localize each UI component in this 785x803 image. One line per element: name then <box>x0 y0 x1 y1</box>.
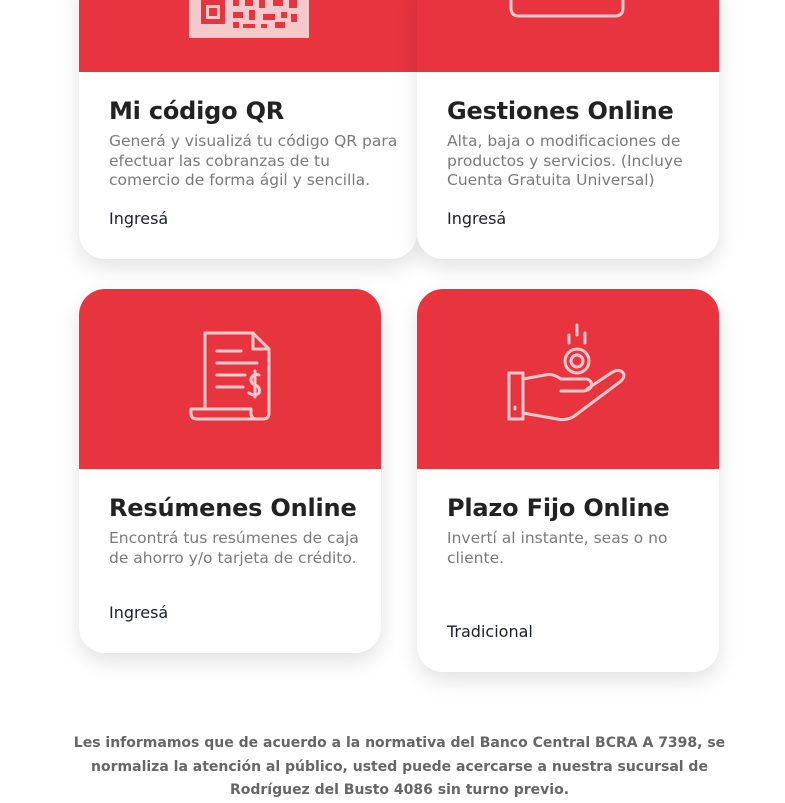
card-gestiones: Gestiones Online Alta, baja o modificaci… <box>417 0 719 259</box>
card-resumenes-link[interactable]: Ingresá <box>109 603 168 622</box>
card-title: Resúmenes Online <box>109 494 357 522</box>
card-description: Generá y visualizá tu código QR para efe… <box>109 132 398 189</box>
hand-coin-icon <box>505 321 629 425</box>
card-title: Plazo Fijo Online <box>447 494 670 522</box>
qr-code-icon <box>189 0 309 38</box>
card-plazo-fijo-link[interactable]: Tradicional <box>447 622 533 641</box>
receipt-dollar-icon <box>187 329 273 421</box>
card-title: Gestiones Online <box>447 97 674 125</box>
card-qr-banner <box>79 0 417 72</box>
card-description: Alta, baja o modificaciones de productos… <box>447 132 683 189</box>
laptop-icon <box>507 0 627 20</box>
card-gestiones-link[interactable]: Ingresá <box>447 209 506 228</box>
card-description: Encontrá tus resúmenes de caja de ahorro… <box>109 529 359 567</box>
card-qr: Mi código QR Generá y visualizá tu códig… <box>79 0 417 259</box>
card-resumenes: Resúmenes Online Encontrá tus resúmenes … <box>79 289 381 653</box>
card-qr-link[interactable]: Ingresá <box>109 209 168 228</box>
card-plazo-fijo: Plazo Fijo Online Invertí al instante, s… <box>417 289 719 672</box>
card-description: Invertí al instante, seas o no cliente. <box>447 529 668 567</box>
card-plazo-fijo-banner <box>417 289 719 469</box>
card-title: Mi código QR <box>109 97 285 125</box>
notice-text: Les informamos que de acuerdo a la norma… <box>73 735 726 798</box>
card-gestiones-banner <box>417 0 719 72</box>
card-resumenes-banner <box>79 289 381 469</box>
